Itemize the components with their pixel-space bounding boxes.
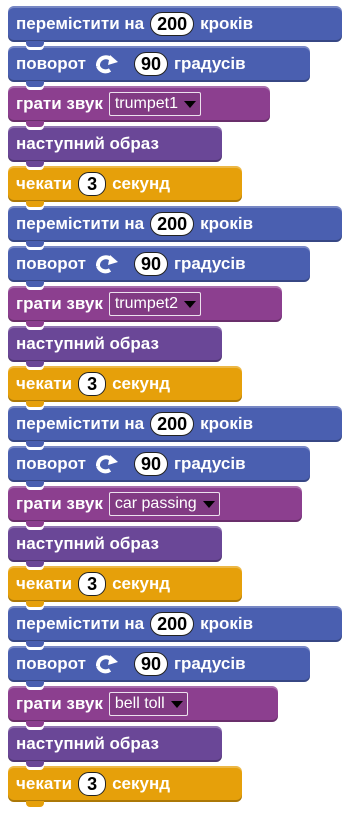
play-sound-block[interactable]: грати звук trumpet1 (8, 86, 270, 127)
script-stack: перемістити на 200 кроків поворот 90 гра… (8, 6, 342, 807)
sound-dropdown-value: trumpet1 (114, 95, 178, 112)
block-label: грати звук (16, 494, 103, 513)
seconds-input[interactable]: 3 (78, 772, 107, 796)
block-label: секунд (112, 774, 171, 793)
block-label: перемістити на (16, 214, 145, 233)
block-label: градусів (173, 454, 246, 473)
play-sound-block[interactable]: грати звук trumpet2 (8, 286, 282, 327)
seconds-input[interactable]: 3 (78, 372, 107, 396)
block-label: наступний образ (16, 334, 159, 353)
block-label: грати звук (16, 294, 103, 313)
turn-degrees-block[interactable]: поворот 90 градусів (8, 646, 310, 687)
sound-dropdown[interactable]: car passing (108, 492, 220, 516)
block-label: кроків (200, 14, 254, 33)
degrees-input[interactable]: 90 (133, 52, 168, 76)
sound-dropdown[interactable]: bell toll (108, 692, 188, 716)
sound-dropdown-value: trumpet2 (114, 295, 178, 312)
block-label: перемістити на (16, 14, 145, 33)
degrees-input[interactable]: 90 (133, 652, 168, 676)
rotate-clockwise-icon (94, 254, 120, 274)
sound-dropdown-value: bell toll (114, 695, 165, 712)
rotate-clockwise-icon (94, 454, 120, 474)
dropdown-arrow-icon (170, 700, 183, 708)
block-label: поворот (16, 454, 86, 473)
dropdown-arrow-icon (184, 300, 196, 308)
block-label: грати звук (16, 94, 103, 113)
block-label: кроків (200, 614, 254, 633)
wait-seconds-block[interactable]: чекати 3 секунд (8, 766, 242, 807)
wait-seconds-block[interactable]: чекати 3 секунд (8, 366, 242, 407)
rotate-clockwise-icon (94, 654, 120, 674)
block-label: градусів (173, 654, 246, 673)
block-label: чекати (16, 574, 73, 593)
turn-degrees-block[interactable]: поворот 90 градусів (8, 446, 310, 487)
block-label: секунд (112, 374, 171, 393)
degrees-input[interactable]: 90 (133, 452, 168, 476)
steps-input[interactable]: 200 (150, 612, 195, 636)
dropdown-arrow-icon (202, 500, 215, 508)
sound-dropdown-value: car passing (114, 495, 197, 512)
move-steps-block[interactable]: перемістити на 200 кроків (8, 606, 342, 647)
sound-dropdown[interactable]: trumpet2 (108, 292, 201, 316)
seconds-input[interactable]: 3 (78, 572, 107, 596)
block-label: секунд (112, 174, 171, 193)
steps-input[interactable]: 200 (150, 12, 195, 36)
block-label: градусів (173, 254, 246, 273)
wait-seconds-block[interactable]: чекати 3 секунд (8, 166, 242, 207)
sound-dropdown[interactable]: trumpet1 (108, 92, 201, 116)
move-steps-block[interactable]: перемістити на 200 кроків (8, 406, 342, 447)
block-label: кроків (200, 414, 254, 433)
block-label: поворот (16, 654, 86, 673)
degrees-input[interactable]: 90 (133, 252, 168, 276)
block-label: наступний образ (16, 734, 159, 753)
move-steps-block[interactable]: перемістити на 200 кроків (8, 206, 342, 247)
block-label: перемістити на (16, 414, 145, 433)
block-label: поворот (16, 254, 86, 273)
block-label: чекати (16, 374, 73, 393)
block-label: поворот (16, 54, 86, 73)
turn-degrees-block[interactable]: поворот 90 градусів (8, 246, 310, 287)
block-label: наступний образ (16, 134, 159, 153)
block-label: секунд (112, 574, 171, 593)
dropdown-arrow-icon (184, 100, 196, 108)
steps-input[interactable]: 200 (150, 412, 195, 436)
rotate-clockwise-icon (94, 54, 120, 74)
steps-input[interactable]: 200 (150, 212, 195, 236)
seconds-input[interactable]: 3 (78, 172, 107, 196)
block-label: кроків (200, 214, 254, 233)
block-label: чекати (16, 774, 73, 793)
move-steps-block[interactable]: перемістити на 200 кроків (8, 6, 342, 47)
block-label: перемістити на (16, 614, 145, 633)
turn-degrees-block[interactable]: поворот 90 градусів (8, 46, 310, 87)
block-label: градусів (173, 54, 246, 73)
wait-seconds-block[interactable]: чекати 3 секунд (8, 566, 242, 607)
next-costume-block[interactable]: наступний образ (8, 726, 222, 767)
next-costume-block[interactable]: наступний образ (8, 326, 222, 367)
play-sound-block[interactable]: грати звук car passing (8, 486, 302, 527)
block-label: чекати (16, 174, 73, 193)
block-label: наступний образ (16, 534, 159, 553)
next-costume-block[interactable]: наступний образ (8, 126, 222, 167)
play-sound-block[interactable]: грати звук bell toll (8, 686, 278, 727)
next-costume-block[interactable]: наступний образ (8, 526, 222, 567)
block-label: грати звук (16, 694, 103, 713)
